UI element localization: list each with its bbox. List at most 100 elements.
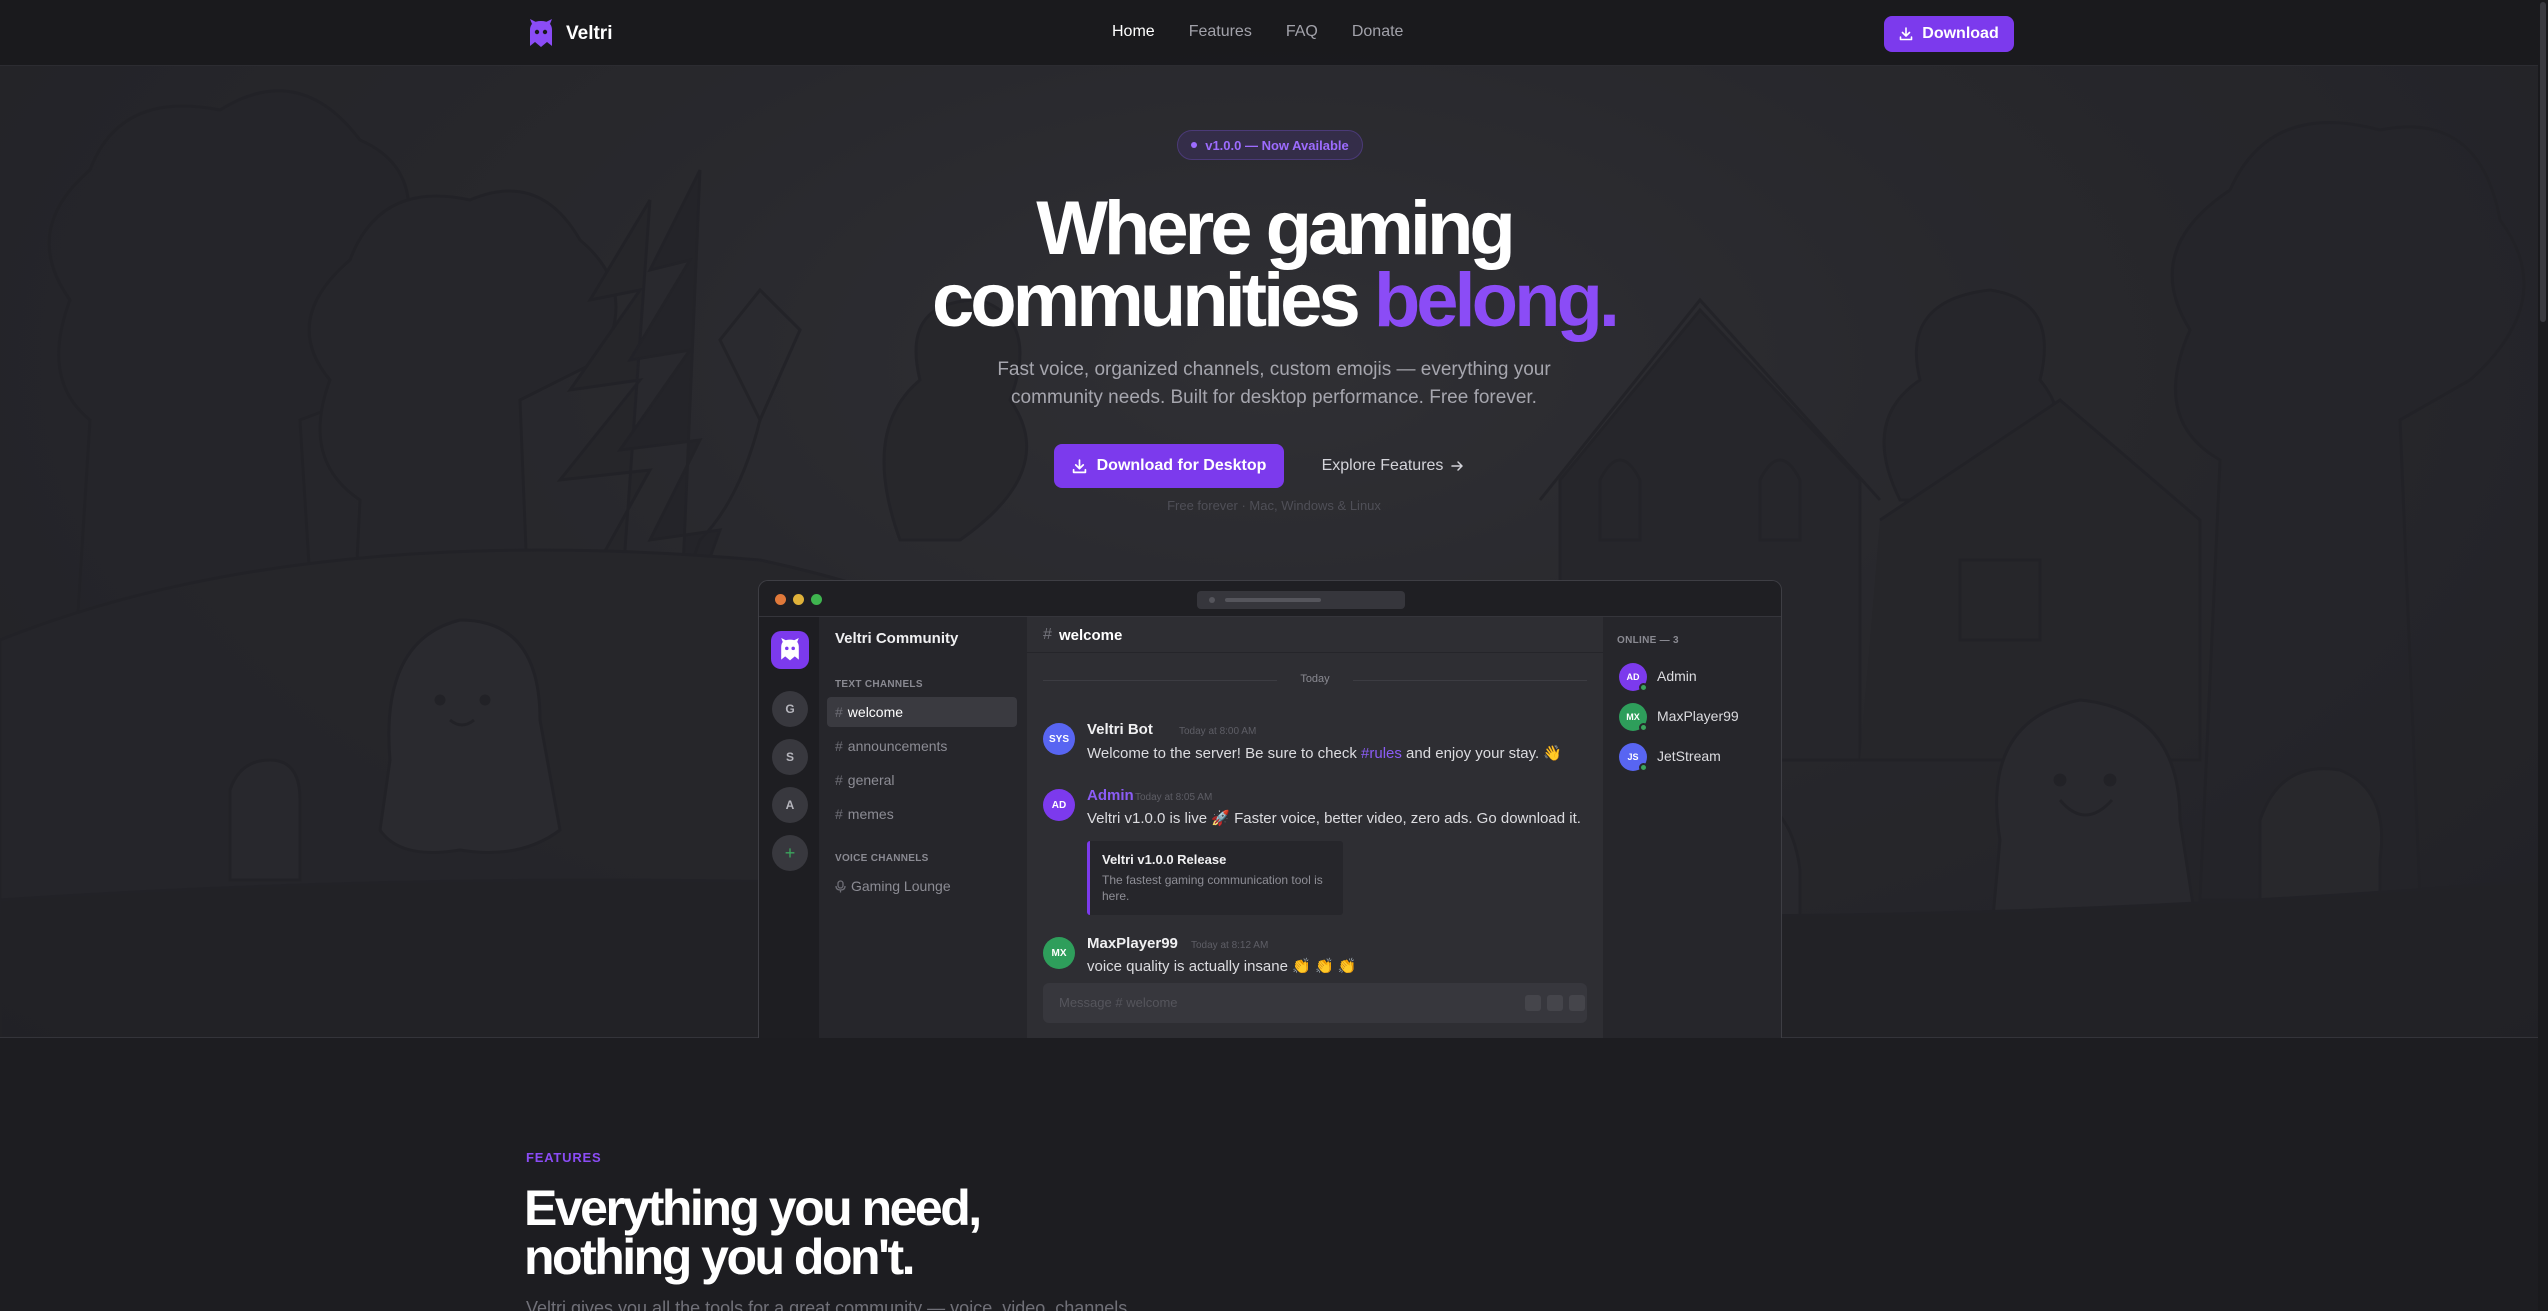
window-titlebar [759, 581, 1781, 617]
headline-text: communities [931, 258, 1374, 343]
member-avatar[interactable]: JS [1619, 743, 1648, 772]
add-server-button[interactable]: + [772, 835, 808, 871]
message-timestamp: Today at 8:00 AM [1179, 726, 1257, 737]
avatar-initials: AD [1626, 672, 1640, 682]
embed-title: Veltri v1.0.0 Release [1102, 852, 1227, 867]
nav-download-button[interactable]: Download [1884, 16, 2014, 52]
message-text: Welcome to the server! Be sure to check … [1087, 744, 1562, 762]
nav-link-donate[interactable]: Donate [1352, 23, 1404, 41]
window-close-dot [775, 594, 786, 605]
nav-link-features[interactable]: Features [1189, 23, 1252, 41]
nav-link-faq[interactable]: FAQ [1286, 23, 1318, 41]
message-timestamp: Today at 8:05 AM [1135, 792, 1213, 803]
download-desktop-button[interactable]: Download for Desktop [1054, 444, 1284, 488]
online-status-icon [1639, 763, 1648, 772]
brand[interactable]: Veltri [526, 18, 612, 50]
hero-headline-line2: communities belong. [0, 263, 2548, 339]
emoji-icon[interactable] [1569, 995, 1585, 1011]
channel-welcome[interactable]: # welcome [827, 697, 1017, 727]
online-status-icon [1639, 683, 1648, 692]
message-timestamp: Today at 8:12 AM [1191, 940, 1269, 951]
member-list: ONLINE — 3 AD Admin MX MaxPlayer99 JS Je… [1603, 617, 1781, 1038]
avatar[interactable]: SYS [1043, 723, 1075, 755]
day-divider-label: Today [1277, 673, 1353, 685]
channel-label: general [847, 772, 895, 788]
current-channel-title: welcome [1059, 627, 1123, 644]
text-channels-category: TEXT CHANNELS [835, 679, 923, 690]
channel-label: Gaming Lounge [851, 878, 951, 894]
features-section-label: FEATURES [526, 1150, 602, 1165]
channel-label: announcements [847, 738, 948, 754]
voice-channel-gaming-lounge[interactable]: Gaming Lounge [827, 871, 1017, 901]
member-name[interactable]: Admin [1657, 668, 1697, 684]
brand-name: Veltri [566, 23, 613, 44]
message-author[interactable]: Admin [1087, 787, 1134, 804]
nav-link-home[interactable]: Home [1112, 23, 1155, 41]
embed-description: The fastest gaming communication tool is… [1102, 873, 1323, 903]
online-members-header: ONLINE — 3 [1617, 635, 1679, 646]
platform-note: Free forever · Mac, Windows & Linux [1167, 498, 1381, 513]
window-address-bar [1197, 591, 1405, 609]
chat-header: # welcome [1027, 617, 1603, 653]
avatar[interactable]: AD [1043, 789, 1075, 821]
channel-mention-link[interactable]: #rules [1361, 745, 1402, 762]
hash-icon: # [835, 738, 843, 754]
member-avatar[interactable]: AD [1619, 663, 1648, 692]
message-text-part: and enjoy your stay. 👋 [1401, 745, 1563, 762]
online-status-icon [1639, 723, 1648, 732]
microphone-icon [835, 879, 846, 892]
nav-links: Home Features FAQ Donate [1112, 23, 1437, 41]
member-name[interactable]: MaxPlayer99 [1657, 708, 1739, 724]
veltri-logo-icon [781, 638, 799, 661]
server-icon-s[interactable]: S [772, 739, 808, 775]
download-icon [1072, 458, 1086, 473]
avatar-initials: JS [1627, 752, 1639, 762]
nav-download-label: Download [1922, 25, 1999, 42]
composer-placeholder: Message # welcome [1059, 995, 1178, 1010]
features-title-line1: Everything you need, [524, 1180, 982, 1236]
badge-dot-icon [1191, 142, 1198, 148]
download-icon [1899, 27, 1913, 41]
channel-label: welcome [847, 704, 904, 720]
hash-icon: # [835, 704, 843, 720]
channel-label: memes [847, 806, 894, 822]
hero-subtitle-line2: community needs. Built for desktop perfo… [1011, 387, 1537, 408]
features-subtitle: Veltri gives you all the tools for a gre… [526, 1298, 1128, 1311]
channel-sidebar: Veltri Community TEXT CHANNELS # welcome … [819, 617, 1027, 1038]
hash-icon: # [835, 772, 843, 788]
message-text-part: Welcome to the server! Be sure to check [1087, 745, 1362, 762]
badge-text: v1.0.0 — Now Available [1205, 137, 1349, 153]
server-icon-a[interactable]: A [772, 787, 808, 823]
avatar-initials: MX [1626, 712, 1640, 722]
hash-icon: # [1043, 626, 1052, 643]
channel-announcements[interactable]: # announcements [827, 731, 1017, 761]
server-icon-g[interactable]: G [772, 691, 808, 727]
avatar[interactable]: MX [1043, 937, 1075, 969]
release-embed-card[interactable]: Veltri v1.0.0 Release The fastest gaming… [1087, 841, 1343, 915]
explore-features-label: Explore Features [1321, 457, 1444, 474]
hero-headline-line1: Where gaming [1036, 186, 1516, 271]
message-author[interactable]: Veltri Bot [1087, 721, 1153, 738]
member-avatar[interactable]: MX [1619, 703, 1648, 732]
app-preview-window: G S A + Veltri Community TEXT CHANNELS #… [758, 580, 1782, 1038]
message-author[interactable]: MaxPlayer99 [1087, 935, 1178, 952]
arrow-right-icon [1451, 461, 1464, 471]
download-desktop-label: Download for Desktop [1096, 457, 1267, 474]
explore-features-link[interactable]: Explore Features [1318, 444, 1468, 488]
veltri-logo-icon [530, 19, 552, 47]
member-name[interactable]: JetStream [1657, 748, 1721, 764]
page-scrollbar-thumb[interactable] [2540, 2, 2546, 322]
channel-memes[interactable]: # memes [827, 799, 1017, 829]
sticker-icon[interactable] [1547, 995, 1563, 1011]
hero-subtitle-line1: Fast voice, organized channels, custom e… [997, 359, 1551, 380]
headline-accent: belong. [1373, 258, 1620, 343]
voice-channels-category: VOICE CHANNELS [835, 853, 929, 864]
hash-icon: # [835, 806, 843, 822]
server-icon-veltri[interactable] [771, 631, 809, 669]
message-text: voice quality is actually insane 👏 👏 👏 [1087, 958, 1357, 975]
gif-icon[interactable] [1525, 995, 1541, 1011]
features-title-line2: nothing you don't. [524, 1229, 915, 1285]
message-text: Veltri v1.0.0 is live 🚀 Faster voice, be… [1087, 810, 1581, 827]
channel-general[interactable]: # general [827, 765, 1017, 795]
message-composer[interactable]: Message # welcome [1043, 983, 1587, 1023]
